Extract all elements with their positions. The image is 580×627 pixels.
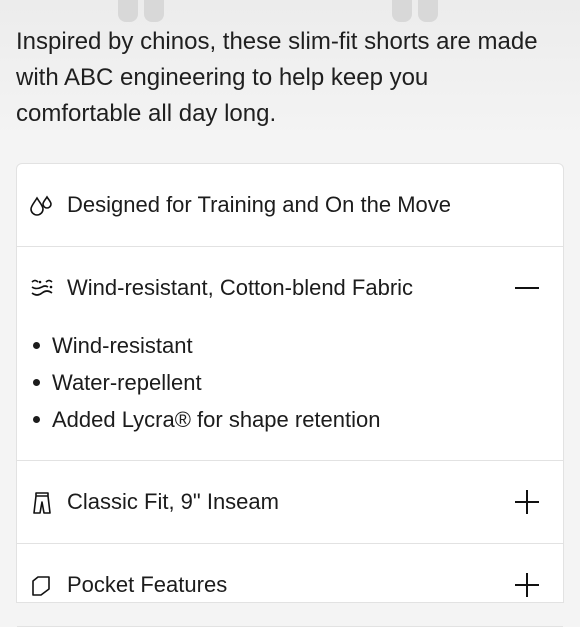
drops-icon [30,195,52,216]
feature-row-training: Designed for Training and On the Move [17,164,563,247]
feature-row-fabric[interactable]: Wind-resistant, Cotton-blend Fabric Wind… [17,247,563,461]
feature-label: Wind-resistant, Cotton-blend Fabric [67,275,414,300]
bullet-item: Added Lycra® for shape retention [33,401,381,438]
feature-label: Classic Fit, 9" Inseam [67,489,279,514]
feature-label: Pocket Features [67,572,228,597]
model-legs-right [392,0,438,22]
product-description: Inspired by chinos, these slim-fit short… [16,28,538,127]
feature-row-pocket[interactable]: Pocket Features [17,544,563,627]
features-accordion: Designed for Training and On the Move Wi… [16,163,564,627]
pocket-icon [32,576,50,596]
model-legs-left [118,0,164,22]
plus-icon[interactable] [515,572,541,598]
bullet-item: Water-repellent [33,364,381,401]
wind-fabric-icon [31,279,53,296]
plus-icon[interactable] [515,489,541,515]
minus-icon[interactable] [515,275,541,301]
shorts-icon [33,492,51,514]
bullet-item: Wind-resistant [33,327,381,364]
feature-row-fit[interactable]: Classic Fit, 9" Inseam [17,461,563,544]
feature-bullets: Wind-resistant Water-repellent Added Lyc… [33,327,381,438]
feature-label: Designed for Training and On the Move [67,192,452,217]
